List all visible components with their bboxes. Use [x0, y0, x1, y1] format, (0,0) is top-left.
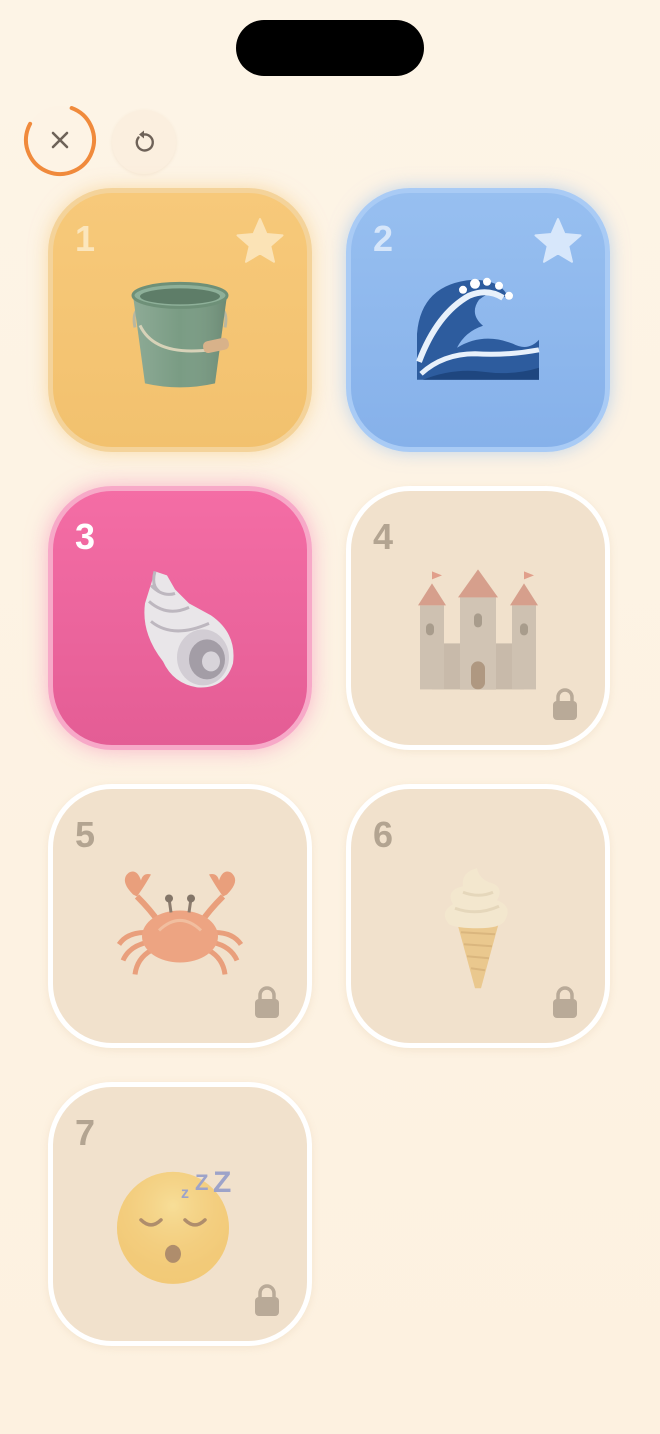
progress-ring-icon: [24, 104, 96, 176]
level-tile-3[interactable]: 3: [48, 486, 312, 750]
star-icon: [236, 218, 284, 263]
svg-text:Z: Z: [195, 1170, 208, 1195]
level-number: 4: [373, 516, 394, 557]
star-icon: [534, 218, 582, 263]
level-tile-1[interactable]: 1: [48, 188, 312, 452]
level-number: 6: [373, 814, 394, 855]
crab-icon: [116, 871, 244, 975]
level-number: 3: [75, 516, 96, 557]
lock-icon: [255, 986, 279, 1018]
svg-text:z: z: [181, 1185, 189, 1202]
level-tile-2[interactable]: 2: [346, 188, 610, 452]
ocean-wave-icon: [416, 277, 540, 380]
soft-ice-cream-icon: [444, 868, 508, 989]
dynamic-island: [236, 20, 424, 76]
level-number: 2: [373, 218, 394, 259]
level-tile-7[interactable]: 7 z Z Z: [48, 1082, 312, 1346]
close-button[interactable]: [24, 104, 96, 176]
level-tile-4[interactable]: 4: [346, 486, 610, 750]
svg-text:Z: Z: [213, 1166, 231, 1199]
reset-button[interactable]: [112, 110, 176, 174]
level-number: 5: [75, 814, 96, 855]
sleeping-face-icon: z Z Z: [117, 1166, 231, 1284]
sand-bucket-icon: [131, 281, 230, 388]
lock-icon: [553, 986, 577, 1018]
reset-icon: [135, 130, 154, 152]
lock-icon: [553, 688, 577, 720]
level-tile-5[interactable]: 5: [48, 784, 312, 1048]
level-number: 7: [75, 1112, 96, 1153]
level-tile-6[interactable]: 6: [346, 784, 610, 1048]
lock-icon: [255, 1284, 279, 1316]
castle-icon: [418, 569, 538, 690]
spiral-shell-icon: [144, 570, 234, 688]
level-number: 1: [75, 218, 96, 259]
